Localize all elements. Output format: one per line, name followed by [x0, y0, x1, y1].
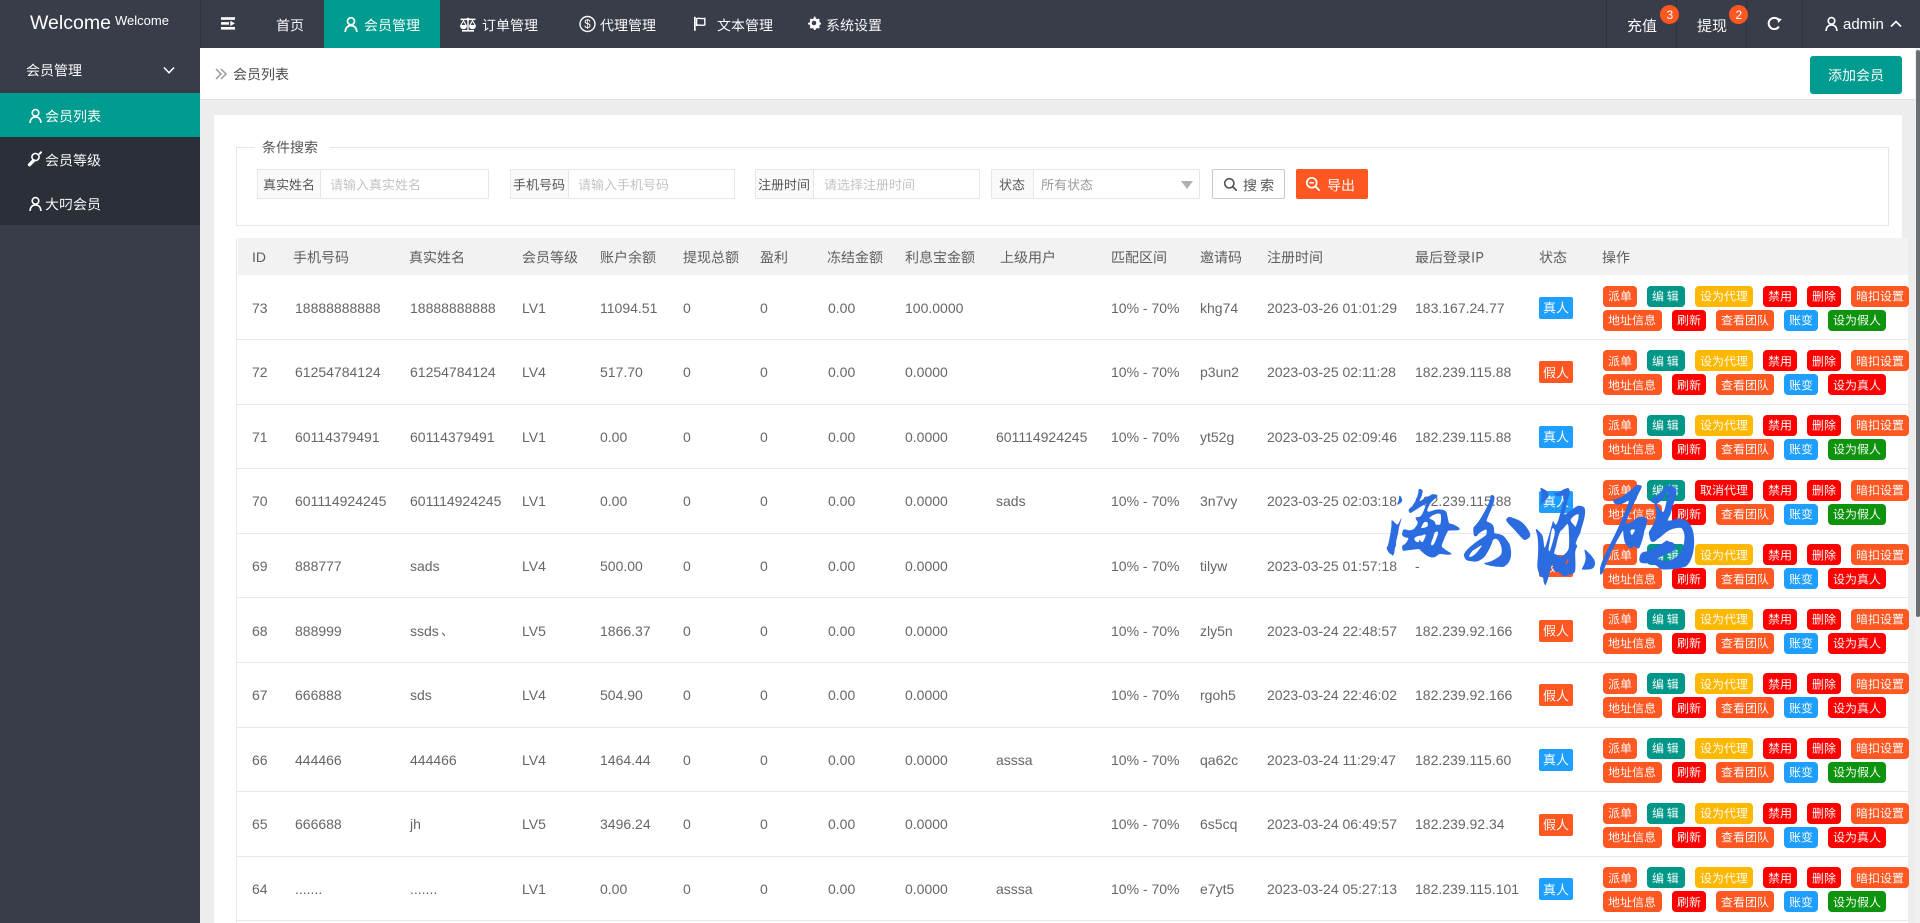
svg-text:$: $ [584, 19, 591, 31]
